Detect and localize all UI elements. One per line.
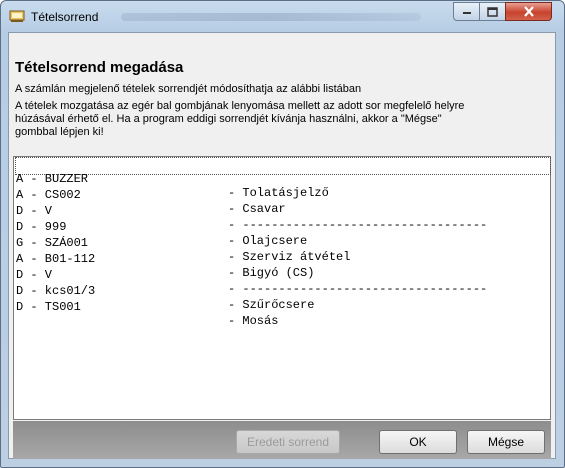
list-item[interactable]: D - V - --------------------------------… [16,254,487,296]
blurred-title-area [121,13,421,21]
ok-button[interactable]: OK [379,430,457,454]
item-name: - Bigyó (CS) [228,266,315,280]
item-name: - Mosás [228,314,279,328]
list-item[interactable]: G - SZÁ001 - Szerviz átvétel [16,222,350,264]
item-name: - ---------------------------------- [228,218,488,232]
maximize-icon [487,6,498,17]
button-bar: Eredeti sorrend OK Mégse [13,421,551,459]
dialog-client-area: Tételsorrend megadása A számlán megjelen… [8,32,556,459]
title-bar[interactable]: Tételsorrend [1,1,564,33]
list-item[interactable]: D - 999 - Olajcsere [16,206,307,248]
list-item[interactable]: A - B01-112 - Bigyó (CS) [16,238,314,280]
list-item[interactable]: D - TS001 - Mosás [16,286,278,328]
page-title: Tételsorrend megadása [15,59,184,76]
description-line-3: húzásával érhető el. Ha a program eddigi… [15,113,442,125]
item-name: - ---------------------------------- [228,282,488,296]
minimize-icon [462,11,471,14]
close-button[interactable] [505,2,552,21]
description-line-2: A tételek mozgatása az egér bal gombjána… [15,100,465,112]
dialog-window: Tételsorrend Tételsorrend megadása A szá… [0,0,565,468]
cancel-button[interactable]: Mégse [467,430,545,454]
reset-order-button[interactable]: Eredeti sorrend [236,430,340,454]
item-name: - Szerviz átvétel [228,250,351,264]
app-icon [9,9,25,23]
minimize-button[interactable] [453,2,480,21]
close-icon [523,6,534,17]
item-name: - Tolatásjelző [228,186,329,200]
description-line-1: A számlán megjelenő tételek sorrendjét m… [15,83,362,95]
list-item[interactable]: A - BUZZER - Tolatásjelző [15,157,551,200]
item-name: - Csavar [228,202,286,216]
item-name: - Olajcsere [228,234,308,248]
item-name: - Szűrőcsere [228,298,315,312]
maximize-button[interactable] [479,2,506,21]
list-item[interactable]: D - V - --------------------------------… [16,190,487,232]
list-item[interactable]: D - kcs01/3 - Szűrőcsere [16,270,314,312]
list-item[interactable]: A - CS002 - Csavar [16,174,286,216]
description-line-4: gombbal lépjen ki! [15,126,104,138]
item-code: D - TS001 [16,300,81,314]
window-title: Tételsorrend [31,10,99,24]
item-order-list[interactable]: A - BUZZER - Tolatásjelző A - CS002 - Cs… [13,156,551,420]
